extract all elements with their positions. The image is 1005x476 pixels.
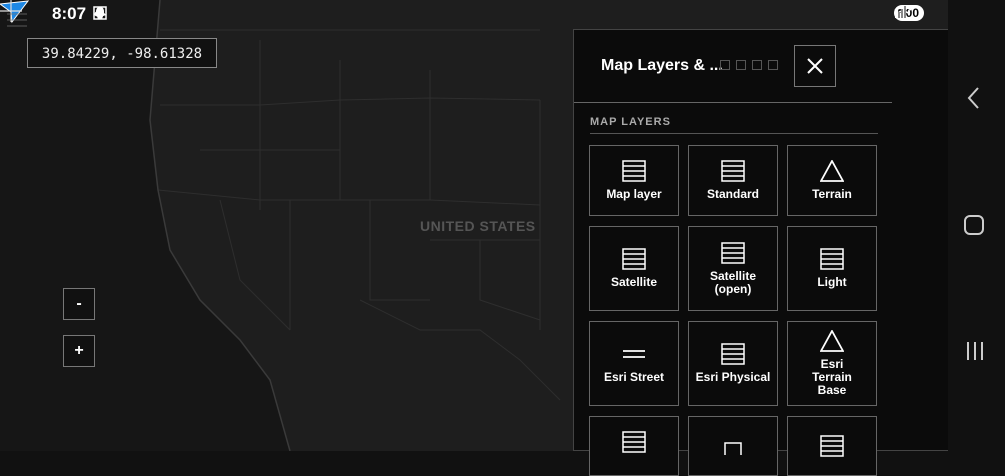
coordinates-display: 39.84229, -98.61328 xyxy=(27,38,217,68)
back-icon[interactable] xyxy=(966,86,982,110)
close-button[interactable] xyxy=(794,45,836,87)
grid-icon xyxy=(721,241,745,264)
square-icon xyxy=(724,442,742,455)
grid-icon xyxy=(820,435,844,457)
layer-tile-esri-street[interactable]: Esri Street xyxy=(589,321,679,406)
layer-label: Map layer xyxy=(606,187,662,201)
layer-label: Satellite xyxy=(610,275,658,289)
recents-icon[interactable] xyxy=(964,340,986,362)
layer-label: Light xyxy=(817,275,847,289)
panel-title: Map Layers & ... xyxy=(601,57,723,74)
layer-tile-partial[interactable] xyxy=(787,416,877,476)
section-heading: MAP LAYERS xyxy=(590,116,878,134)
zoom-out-button[interactable]: - xyxy=(63,288,95,320)
triangle-icon xyxy=(820,330,844,352)
layer-tile-partial[interactable] xyxy=(589,416,679,476)
page-dot xyxy=(768,60,778,70)
layer-label: Satellite (open) xyxy=(709,268,757,296)
status-time: 8:07 xyxy=(52,4,87,23)
layer-tile-satellite[interactable]: Satellite xyxy=(589,226,679,311)
grid-icon xyxy=(721,160,745,182)
grid-icon xyxy=(721,343,745,365)
grid-icon xyxy=(820,248,844,270)
close-icon xyxy=(807,58,823,74)
layer-tile-terrain[interactable]: Terrain xyxy=(787,145,877,216)
map-layers-panel: Map Layers & ... MAP LAYERS Map layer St… xyxy=(573,29,949,476)
grid-icon xyxy=(622,431,646,453)
page-dot xyxy=(736,60,746,70)
layer-label: Esri Terrain Base xyxy=(812,357,852,397)
layer-tile-map-layer[interactable]: Map layer xyxy=(589,145,679,216)
android-nav-bar xyxy=(948,0,1005,451)
layer-tile-esri-physical[interactable]: Esri Physical xyxy=(688,321,778,406)
page-dot xyxy=(752,60,762,70)
system-icons: 100 xyxy=(893,5,924,21)
zoom-in-button[interactable]: + xyxy=(63,335,95,367)
status-bar: 8:07 100 xyxy=(0,0,948,30)
grid-icon xyxy=(622,160,646,182)
more-dot-icon xyxy=(94,11,100,17)
panel-header: Map Layers & ... xyxy=(574,30,892,103)
signal-icon xyxy=(894,6,906,18)
layer-tile-standard[interactable]: Standard xyxy=(688,145,778,216)
triangle-icon xyxy=(820,160,844,182)
home-icon[interactable] xyxy=(963,214,985,236)
layer-tile-esri-terrain-base[interactable]: Esri Terrain Base xyxy=(787,321,877,406)
layer-tile-partial[interactable] xyxy=(688,416,778,476)
panel-page-indicator xyxy=(720,60,778,70)
layer-label: Esri Street xyxy=(603,370,665,384)
grid-icon xyxy=(622,248,646,270)
layer-label: Terrain xyxy=(812,187,852,201)
country-label: UNITED STATES xyxy=(420,218,536,234)
lines-icon xyxy=(623,350,645,358)
page-dot xyxy=(720,60,730,70)
menu-icon[interactable] xyxy=(0,0,34,40)
layer-label: Esri Physical xyxy=(695,370,771,384)
layer-tile-light[interactable]: Light xyxy=(787,226,877,311)
layer-label: Standard xyxy=(706,187,759,201)
layer-tile-satellite-open[interactable]: Satellite (open) xyxy=(688,226,778,311)
